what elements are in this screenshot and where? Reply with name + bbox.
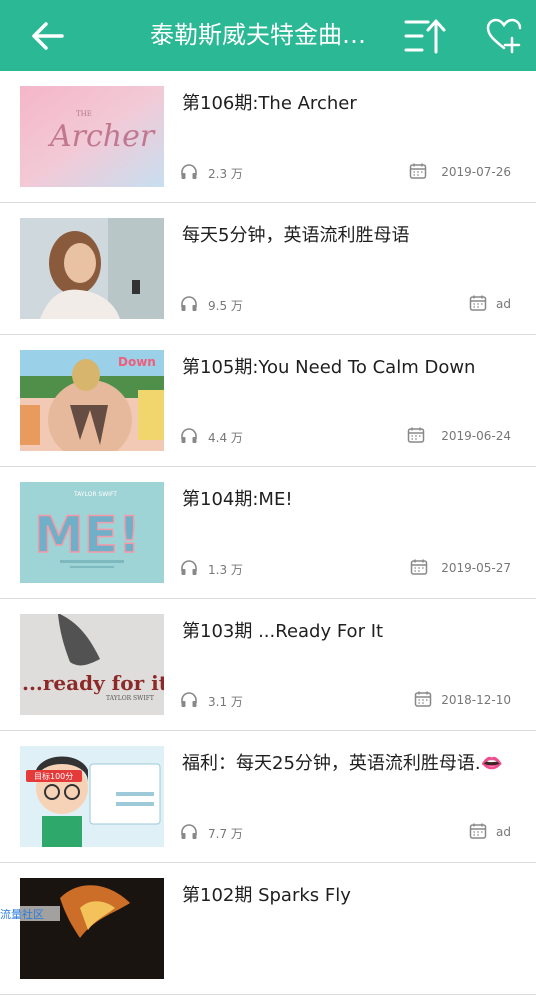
calendar-icon: [414, 691, 432, 707]
thumb-text-down: Down: [118, 355, 156, 369]
list-item[interactable]: TAYLOR SWIFT ME! 第104期:ME! 1.3 万 2019-05…: [0, 467, 536, 599]
thumbnail-the-archer: THE Archer: [20, 86, 164, 187]
calendar-icon: [407, 427, 425, 443]
headphones-icon: [181, 428, 197, 443]
item-title: 第104期:ME!: [182, 489, 293, 510]
item-meta: 3.1 万 2018-12-10: [180, 691, 515, 711]
list-item[interactable]: 每天5分钟，英语流利胜母语 9.5 万 ad: [0, 203, 536, 335]
item-title: 第106期:The Archer: [182, 93, 357, 114]
sort-icon[interactable]: [404, 16, 448, 56]
headphones-icon: [181, 296, 197, 311]
thumbnail-woman-phone: [20, 218, 164, 319]
item-meta: 9.5 万 ad: [180, 295, 515, 315]
play-count: 9.5 万: [208, 299, 243, 313]
thumbnail-ready-for-it: ...ready for it? TAYLOR SWIFT: [20, 614, 164, 715]
calendar-icon: [410, 559, 428, 575]
top-bar: 泰勒斯威夫特金曲…: [0, 0, 536, 71]
play-count: 2.3 万: [208, 167, 243, 181]
calendar-icon: [409, 163, 427, 179]
list-item[interactable]: Down 第105期:You Need To Calm Down 4.4 万 2…: [0, 335, 536, 467]
item-title: 福利：每天25分钟，英语流利胜母语.👄: [182, 753, 504, 774]
episode-list: THE Archer 第106期:The Archer 2.3 万 2019-0…: [0, 71, 536, 995]
list-item[interactable]: 第102期 Sparks Fly: [0, 863, 536, 995]
add-favorite-icon[interactable]: [484, 16, 524, 56]
thumbnail-cartoon-ad: 目标100分: [20, 746, 164, 847]
calendar-icon: [469, 295, 487, 311]
headphones-icon: [181, 560, 197, 575]
item-meta: 1.3 万 2019-05-27: [180, 559, 515, 579]
list-item[interactable]: ...ready for it? TAYLOR SWIFT 第103期 ...R…: [0, 599, 536, 731]
item-title: 第103期 ...Ready For It: [182, 621, 384, 642]
play-count: 1.3 万: [208, 563, 243, 577]
publish-date: 2018-12-10: [441, 693, 511, 707]
item-title: 第102期 Sparks Fly: [182, 885, 351, 906]
play-count: 3.1 万: [208, 695, 243, 709]
item-meta: 7.7 万 ad: [180, 823, 515, 843]
play-count: 7.7 万: [208, 827, 243, 841]
thumb-text-the: THE: [76, 110, 92, 118]
play-count: 4.4 万: [208, 431, 243, 445]
item-meta: 2.3 万 2019-07-26: [180, 163, 515, 183]
list-item[interactable]: THE Archer 第106期:The Archer 2.3 万 2019-0…: [0, 71, 536, 203]
thumb-text-me: ME!: [34, 506, 141, 564]
watermark: 流量社区: [0, 906, 60, 921]
thumb-text-badge: 目标100分: [34, 771, 73, 781]
publish-date: 2019-07-26: [441, 165, 511, 179]
publish-date: ad: [496, 825, 511, 839]
headphones-icon: [181, 164, 197, 179]
publish-date: 2019-05-27: [441, 561, 511, 575]
publish-date: ad: [496, 297, 511, 311]
thumb-text-archer: Archer: [47, 119, 156, 154]
headphones-icon: [181, 824, 197, 839]
list-item[interactable]: 目标100分 福利：每天25分钟，英语流利胜母语.👄 7.7 万 ad: [0, 731, 536, 863]
publish-date: 2019-06-24: [441, 429, 511, 443]
item-title: 每天5分钟，英语流利胜母语: [182, 225, 410, 246]
headphones-icon: [181, 692, 197, 707]
item-meta: 4.4 万 2019-06-24: [180, 427, 515, 447]
calendar-icon: [469, 823, 487, 839]
thumbnail-you-need-to-calm-down: Down: [20, 350, 164, 451]
item-title: 第105期:You Need To Calm Down: [182, 357, 476, 378]
thumb-text-artist: TAYLOR SWIFT: [73, 491, 117, 498]
back-arrow-icon[interactable]: [28, 16, 68, 56]
thumbnail-me: TAYLOR SWIFT ME!: [20, 482, 164, 583]
thumb-text-ready-for-it: ...ready for it?: [22, 671, 164, 695]
thumbnail-sparks-fly: [20, 878, 164, 979]
page-title: 泰勒斯威夫特金曲…: [150, 21, 366, 49]
thumb-text-artist: TAYLOR SWIFT: [106, 695, 154, 702]
